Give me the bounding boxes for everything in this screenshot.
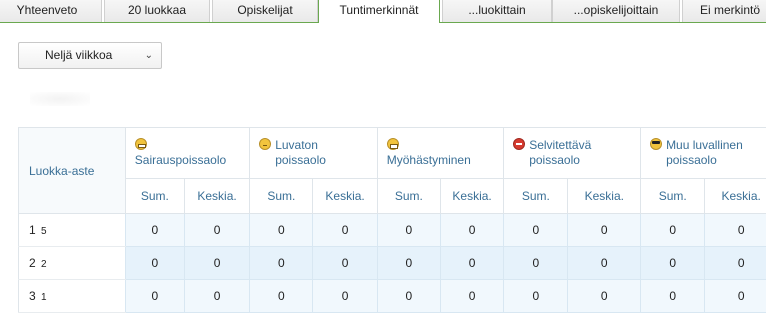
grade-value: 3 — [29, 289, 36, 303]
table-row: 1 5 0 0 0 0 0 0 0 0 0 0 — [19, 214, 766, 247]
group-header-myohastyminen: Myöhästyminen — [377, 128, 503, 179]
tab-ei-merkintoja[interactable]: Ei merkintö — [682, 0, 766, 22]
tab-luokittain[interactable]: ...luokittain — [442, 0, 552, 22]
column-header-grade[interactable]: Luokka-aste — [19, 128, 126, 214]
cell-value: 0 — [504, 247, 568, 280]
grade-value: 2 — [29, 256, 36, 270]
sub-header-sum[interactable]: Sum. — [504, 179, 568, 214]
group-header-muu-luvallinen-poissaolo: Muu luvallinen poissaolo — [641, 128, 766, 179]
group-header-sairauspoissaolo: Sairauspoissaolo — [125, 128, 249, 179]
row-label: 3 1 — [19, 280, 126, 313]
cell-value: 0 — [313, 280, 377, 313]
group-label: Selvitettävä poissaolo — [529, 138, 619, 168]
cell-value: 0 — [377, 280, 440, 313]
cell-value: 0 — [568, 214, 641, 247]
student-count: 1 — [41, 292, 47, 303]
table-row: 3 1 0 0 0 0 0 0 0 0 0 0 — [19, 280, 766, 313]
student-count: 5 — [41, 226, 47, 237]
cell-value: 0 — [184, 280, 249, 313]
decorative-blur — [30, 92, 90, 106]
cell-value: 0 — [641, 214, 705, 247]
tab-opiskelijat[interactable]: Opiskelijat — [212, 0, 318, 22]
cell-value: 0 — [250, 280, 313, 313]
cell-value: 0 — [125, 247, 184, 280]
sub-header-sum[interactable]: Sum. — [377, 179, 440, 214]
chevron-down-icon: ⌄ — [145, 43, 153, 68]
period-select[interactable]: Neljä viikkoa ⌄ — [18, 42, 162, 69]
sub-header-sum[interactable]: Sum. — [250, 179, 313, 214]
student-count: 2 — [41, 259, 47, 270]
tab-tuntimerkinnat[interactable]: Tuntimerkinnät — [318, 0, 440, 23]
cell-value: 0 — [440, 247, 503, 280]
tongue-icon — [387, 138, 399, 150]
cell-value: 0 — [568, 247, 641, 280]
group-label: Luvaton poissaolo — [275, 138, 355, 168]
row-label: 1 5 — [19, 214, 126, 247]
group-label: Sairauspoissaolo — [135, 153, 226, 167]
cell-value: 0 — [504, 214, 568, 247]
tab-20-luokkaa[interactable]: 20 luokkaa — [104, 0, 210, 22]
cell-value: 0 — [568, 280, 641, 313]
row-label: 2 2 — [19, 247, 126, 280]
grade-value: 1 — [29, 223, 36, 237]
cell-value: 0 — [440, 280, 503, 313]
absence-table: Luokka-aste Sairauspoissaolo Luvaton poi… — [18, 127, 766, 317]
group-header-selvitettava-poissaolo: Selvitettävä poissaolo — [504, 128, 641, 179]
cell-value: 0 — [184, 214, 249, 247]
sub-header-keskia[interactable]: Keskia. — [313, 179, 377, 214]
group-label: Muu luvallinen poissaolo — [666, 138, 766, 168]
cell-value: 0 — [377, 214, 440, 247]
sleepy-icon — [259, 138, 271, 150]
cell-value: 0 — [440, 214, 503, 247]
sub-header-sum[interactable]: Sum. — [641, 179, 705, 214]
cell-value: 0 — [250, 247, 313, 280]
period-select-value: Neljä viikkoa — [45, 43, 112, 68]
sub-header-keskia[interactable]: Keskia. — [568, 179, 641, 214]
cell-value: 0 — [641, 280, 705, 313]
cell-value: 0 — [250, 214, 313, 247]
cell-value: 0 — [705, 214, 766, 247]
cell-value: 0 — [313, 214, 377, 247]
stop-icon — [513, 138, 525, 150]
cell-value: 0 — [377, 247, 440, 280]
sub-header-keskia[interactable]: Keskia. — [184, 179, 249, 214]
sub-header-sum[interactable]: Sum. — [125, 179, 184, 214]
group-header-luvaton-poissaolo: Luvaton poissaolo — [250, 128, 378, 179]
smile-icon — [135, 138, 147, 150]
tab-bar: Yhteenveto 20 luokkaa Opiskelijat Tuntim… — [0, 0, 766, 23]
cell-value: 0 — [705, 247, 766, 280]
sub-header-keskia[interactable]: Keskia. — [440, 179, 503, 214]
cool-icon — [650, 138, 662, 150]
cell-value: 0 — [125, 280, 184, 313]
cell-value: 0 — [313, 247, 377, 280]
group-label: Myöhästyminen — [387, 153, 471, 167]
cell-value: 0 — [125, 214, 184, 247]
cell-value: 0 — [641, 247, 705, 280]
tab-yhteenveto[interactable]: Yhteenveto — [0, 0, 102, 22]
tab-opiskelijoittain[interactable]: ...opiskelijoittain — [552, 0, 680, 22]
cell-value: 0 — [504, 280, 568, 313]
sub-header-keskia[interactable]: Keskia. — [705, 179, 766, 214]
cell-value: 0 — [705, 280, 766, 313]
cell-value: 0 — [184, 247, 249, 280]
table-row: 2 2 0 0 0 0 0 0 0 0 0 0 — [19, 247, 766, 280]
